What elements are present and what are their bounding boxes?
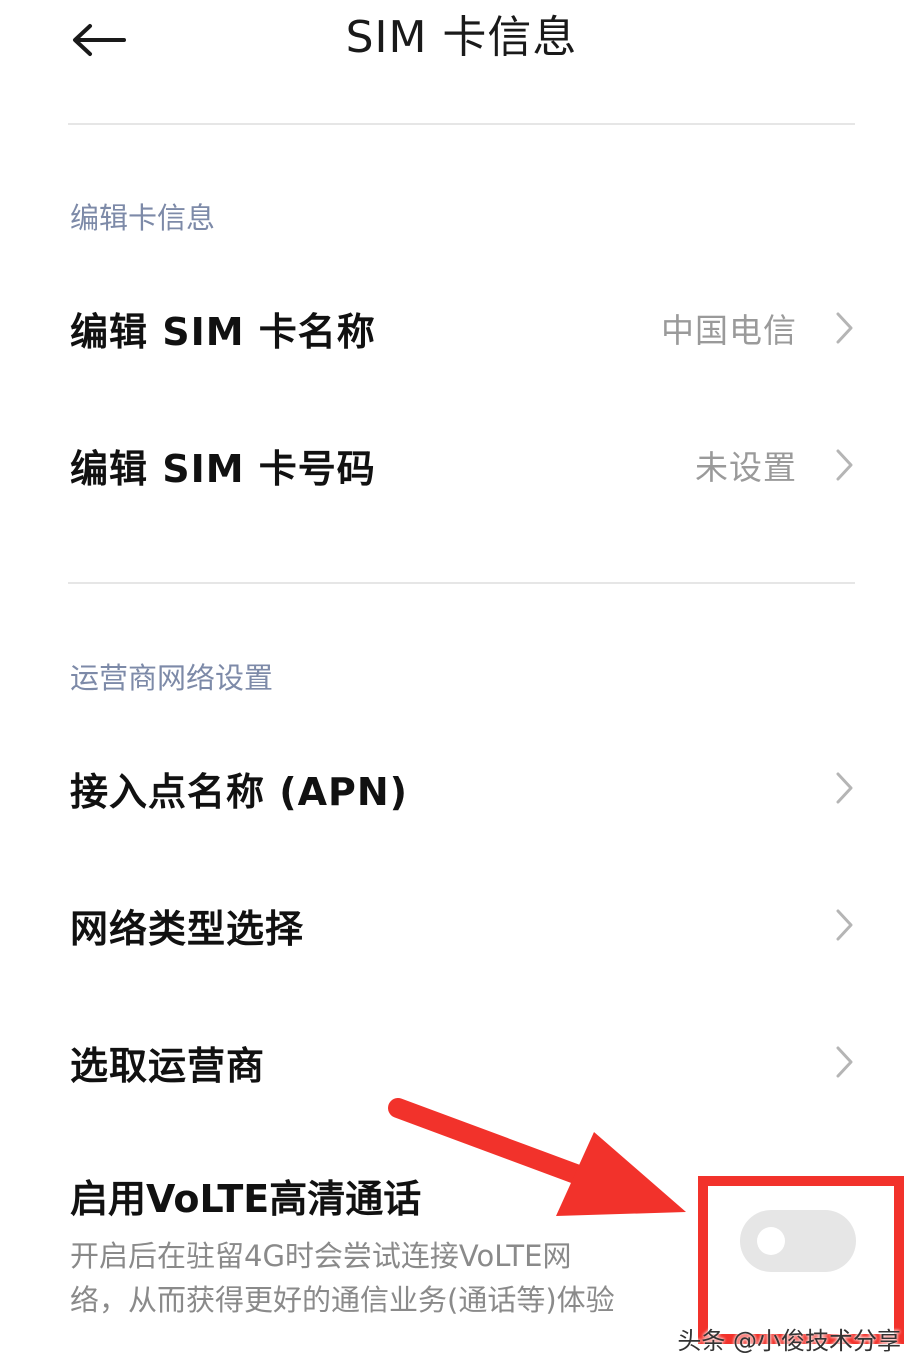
- volte-description: 开启后在驻留4G时会尝试连接VoLTE网 络，从而获得更好的通信业务(通话等)体…: [70, 1234, 710, 1322]
- network-type-row[interactable]: 网络类型选择: [0, 865, 923, 985]
- edit-sim-name-row[interactable]: 编辑 SIM 卡名称 中国电信: [0, 268, 923, 388]
- section-header-carrier-network: 运营商网络设置: [70, 661, 274, 695]
- volte-description-line: 络，从而获得更好的通信业务(通话等)体验: [70, 1283, 615, 1317]
- annotation-highlight-box: [698, 1176, 904, 1344]
- top-bar: SIM 卡信息: [0, 0, 923, 90]
- row-label: 网络类型选择: [70, 906, 305, 951]
- chevron-right-icon: [836, 312, 853, 344]
- row-label: 选取运营商: [70, 1043, 266, 1088]
- annotation-arrow-icon: [388, 1098, 686, 1216]
- chevron-right-icon: [836, 772, 853, 804]
- divider: [68, 123, 855, 125]
- chevron-right-icon: [836, 909, 853, 941]
- row-value: 中国电信: [661, 311, 797, 350]
- page-title: SIM 卡信息: [345, 12, 578, 63]
- volte-description-line: 开启后在驻留4G时会尝试连接VoLTE网: [70, 1239, 572, 1273]
- section-header-edit-card-info: 编辑卡信息: [70, 201, 216, 235]
- row-label: 编辑 SIM 卡名称: [70, 309, 376, 354]
- row-label: 接入点名称 (APN): [70, 769, 409, 814]
- row-label: 编辑 SIM 卡号码: [70, 446, 376, 491]
- chevron-right-icon: [836, 1046, 853, 1078]
- chevron-right-icon: [836, 449, 853, 481]
- divider: [68, 582, 855, 584]
- volte-title: 启用VoLTE高清通话: [70, 1177, 422, 1221]
- row-value: 未设置: [695, 448, 797, 487]
- watermark: 头条 @小俊技术分享: [677, 1327, 901, 1355]
- apn-row[interactable]: 接入点名称 (APN): [0, 728, 923, 848]
- edit-sim-number-row[interactable]: 编辑 SIM 卡号码 未设置: [0, 405, 923, 525]
